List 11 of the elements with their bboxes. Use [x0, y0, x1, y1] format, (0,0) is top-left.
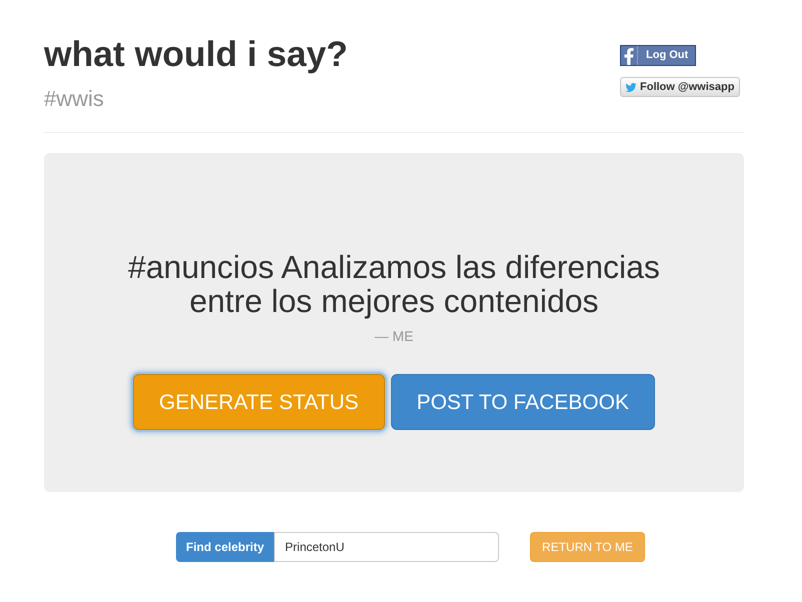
log-out-button[interactable]: Log Out	[620, 45, 696, 66]
bird-icon	[625, 82, 637, 92]
celebrity-input-field[interactable]: PrincetonU	[274, 532, 500, 562]
follow-button[interactable]: Follow @wwisapp	[620, 77, 740, 97]
page-title: what would i say?	[44, 34, 348, 74]
status-attribution: — ME	[374, 327, 414, 346]
find-celebrity-label: Find celebrity	[176, 532, 274, 562]
status-text: #anuncios Analizamos las diferencias entre los mejores contenidos	[127, 250, 661, 318]
page-subtitle: #wwis	[44, 86, 104, 112]
generate-status-button[interactable]: GENERATE STATUS	[133, 374, 385, 430]
post-to-facebook-button[interactable]: POST TO FACEBOOK	[390, 374, 655, 430]
